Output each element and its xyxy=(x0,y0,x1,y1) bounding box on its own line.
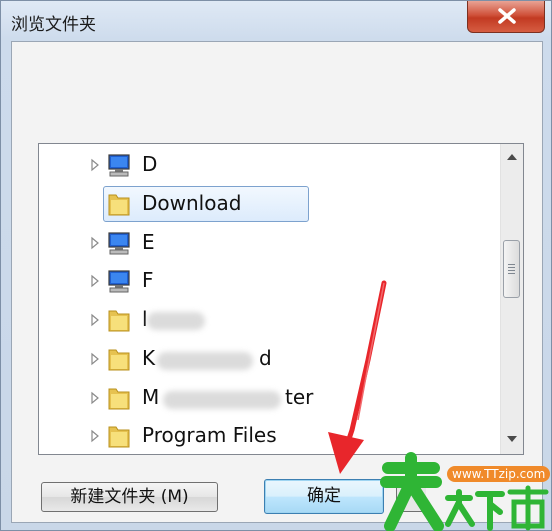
watermark-url: www.TTzip.com xyxy=(447,466,551,482)
folder-icon xyxy=(108,349,130,371)
ok-button[interactable]: 确定 xyxy=(264,479,384,514)
redaction-blur xyxy=(147,312,205,330)
folder-icon xyxy=(108,310,130,332)
expand-triangle-icon[interactable] xyxy=(90,274,100,288)
expand-triangle-icon[interactable] xyxy=(90,391,100,405)
folder-tree[interactable]: D Download E F l K d M ter Program Files xyxy=(38,143,524,455)
tree-item-folder-blurred-2[interactable]: K d xyxy=(39,341,489,377)
tree-item-label: M xyxy=(142,385,160,409)
folder-icon xyxy=(108,194,130,216)
tree-item-e[interactable]: E xyxy=(39,225,489,261)
drive-icon xyxy=(108,232,130,255)
tree-item-label: K xyxy=(142,346,156,370)
vertical-scrollbar[interactable] xyxy=(500,144,523,454)
grip-line xyxy=(508,264,515,265)
expand-triangle-icon[interactable] xyxy=(90,313,100,327)
tree-item-label-suffix: ter xyxy=(285,385,314,409)
tree-item-download[interactable]: Download xyxy=(39,186,489,222)
title-bar[interactable]: 浏览文件夹 xyxy=(1,1,551,41)
tree-item-label: Program Files xyxy=(142,423,277,447)
scroll-thumb[interactable] xyxy=(503,240,520,298)
grip-line xyxy=(508,273,515,274)
tree-item-label-suffix: d xyxy=(259,346,272,370)
watermark-logo-icon xyxy=(380,452,549,531)
drive-icon xyxy=(108,154,130,177)
new-folder-button[interactable]: 新建文件夹 (M) xyxy=(41,482,218,512)
redaction-blur xyxy=(163,391,281,409)
dialog-title: 浏览文件夹 xyxy=(11,15,96,35)
expand-triangle-icon[interactable] xyxy=(90,158,100,172)
folder-icon xyxy=(108,426,130,448)
expand-triangle-icon[interactable] xyxy=(90,429,100,443)
tree-item-d[interactable]: D xyxy=(39,147,489,183)
tree-item-folder-blurred-1[interactable]: l xyxy=(39,302,489,338)
redaction-blur xyxy=(157,352,253,370)
drive-icon xyxy=(108,270,130,293)
grip-line xyxy=(508,270,515,271)
tree-item-f[interactable]: F xyxy=(39,263,489,299)
tree-item-folder-blurred-3[interactable]: M ter xyxy=(39,380,489,416)
scroll-up-arrow-icon[interactable] xyxy=(506,152,518,162)
close-button[interactable] xyxy=(467,1,545,33)
grip-line xyxy=(508,267,515,268)
expand-triangle-icon[interactable] xyxy=(90,236,100,250)
close-icon xyxy=(498,8,516,24)
expand-triangle-icon[interactable] xyxy=(90,352,100,366)
tree-item-label: E xyxy=(142,230,155,254)
tree-item-label: Download xyxy=(142,191,242,215)
tree-item-label: F xyxy=(142,268,154,292)
folder-icon xyxy=(108,388,130,410)
tree-item-label: D xyxy=(142,152,158,176)
